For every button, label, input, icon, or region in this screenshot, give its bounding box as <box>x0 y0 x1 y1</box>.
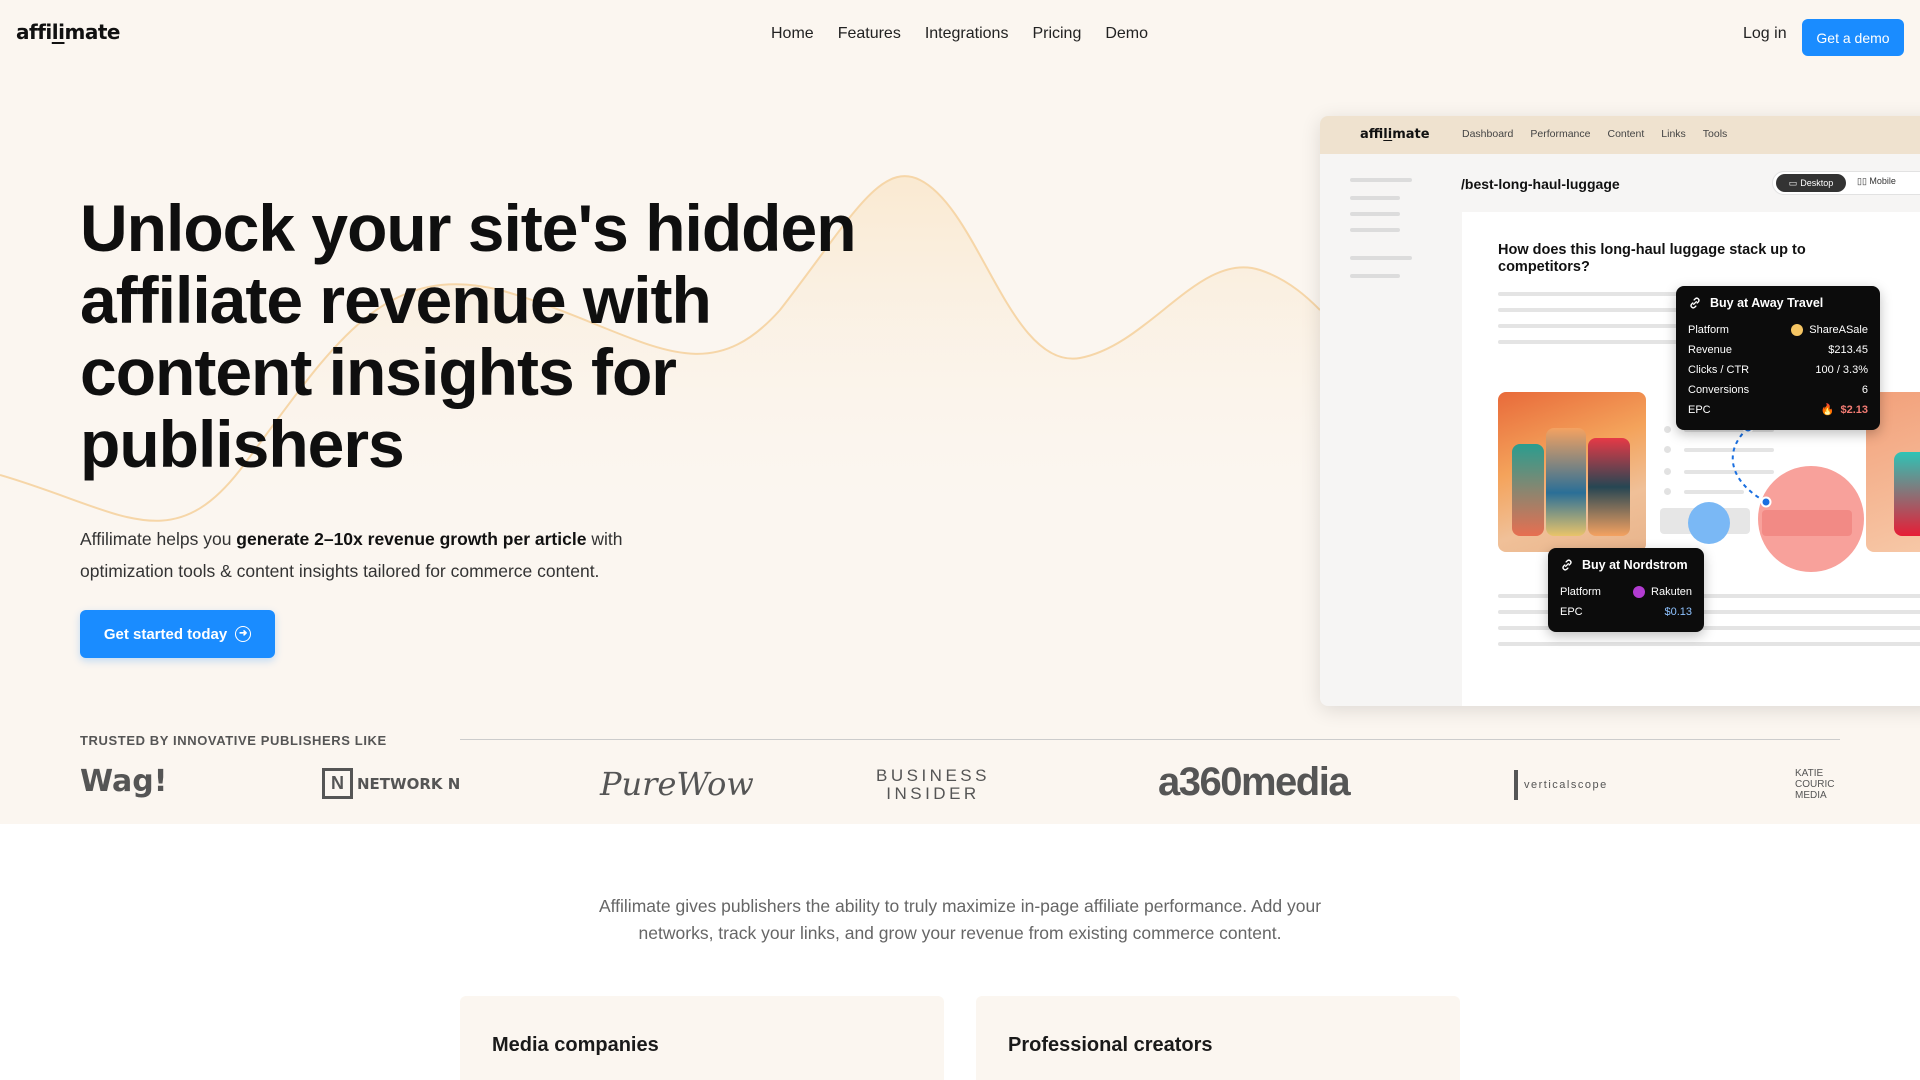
tooltip-row-platform: Platform ShareASale <box>1688 324 1868 336</box>
get-started-label: Get started today <box>103 625 228 643</box>
tooltip-row-platform: Platform Rakuten <box>1560 586 1692 598</box>
hero-subtitle: Affilimate helps you generate 2–10x reve… <box>80 529 623 581</box>
tooltip-row-epc: EPC $0.13 <box>1560 606 1692 618</box>
sidebar-placeholder <box>1350 212 1400 216</box>
mockup-tab-performance[interactable]: Performance <box>1530 128 1590 140</box>
network-n-icon: N <box>322 768 353 799</box>
hero-section: affilimate Home Features Integrations Pr… <box>0 0 1920 824</box>
sidebar-placeholder <box>1350 256 1412 260</box>
tooltip-title: Buy at Nordstrom <box>1560 558 1692 572</box>
nav-link-home[interactable]: Home <box>771 25 814 43</box>
mockup-tabs: Dashboard Performance Content Links Tool… <box>1462 128 1744 140</box>
tooltip-row-clicks: Clicks / CTR 100 / 3.3% <box>1688 364 1868 376</box>
hero-headline: Unlock your site's hidden affiliate reve… <box>80 191 857 481</box>
tooltip-row-epc: EPC 🔥 $2.13 <box>1688 400 1868 420</box>
sidebar-placeholder <box>1350 178 1412 182</box>
mockup-tab-tools[interactable]: Tools <box>1703 128 1728 140</box>
logo-wag: Wag! <box>80 764 168 799</box>
link-icon <box>1690 297 1700 309</box>
desktop-view-button[interactable]: ▭ Desktop <box>1776 174 1846 192</box>
about-description: Affilimate gives publishers the ability … <box>598 896 1322 943</box>
tooltip-title: Buy at Away Travel <box>1688 296 1868 310</box>
card-title: Professional creators <box>1008 1034 1213 1056</box>
mockup-tab-content[interactable]: Content <box>1607 128 1644 140</box>
divider <box>460 739 1840 740</box>
text-placeholder <box>1498 642 1920 646</box>
logo-business-insider: BUSINESS INSIDER <box>876 766 990 803</box>
trusted-label: TRUSTED BY INNOVATIVE PUBLISHERS LIKE <box>80 733 387 748</box>
monitor-icon: ▭ <box>1788 177 1798 188</box>
top-navigation: affilimate Home Features Integrations Pr… <box>0 0 1920 70</box>
platform-dot <box>1791 324 1804 336</box>
link-tooltip-away: Buy at Away Travel Platform ShareASale Re… <box>1676 286 1880 430</box>
get-demo-button[interactable]: Get a demo <box>1802 19 1904 56</box>
verticalscope-bar-icon <box>1514 770 1518 800</box>
mockup-tab-dashboard[interactable]: Dashboard <box>1462 128 1513 140</box>
mockup-logo: affilimate <box>1360 127 1430 142</box>
mockup-tab-links[interactable]: Links <box>1661 128 1686 140</box>
nav-links: Home Features Integrations Pricing Demo <box>771 25 1172 43</box>
mobile-icon: ▯▯ <box>1857 176 1867 186</box>
product-mockup: affilimate Dashboard Performance Content… <box>1320 116 1920 706</box>
fire-icon: 🔥 <box>1820 404 1835 416</box>
tooltip-row-conversions: Conversions 6 <box>1688 384 1868 396</box>
nav-link-integrations[interactable]: Integrations <box>925 25 1009 43</box>
link-icon <box>1562 559 1572 571</box>
login-link[interactable]: Log in <box>1743 25 1787 43</box>
logo-verticalscope: verticalscope <box>1514 770 1608 800</box>
nav-link-pricing[interactable]: Pricing <box>1032 25 1081 43</box>
page-path: /best-long-haul-luggage <box>1461 176 1620 192</box>
logo-a360media: a360media <box>1158 760 1351 804</box>
mobile-view-button[interactable]: ▯▯ Mobile <box>1857 176 1896 187</box>
logo-purewow: PureWow <box>600 765 754 803</box>
nav-link-demo[interactable]: Demo <box>1105 25 1148 43</box>
sidebar-placeholder <box>1350 274 1400 278</box>
card-title: Media companies <box>492 1034 659 1056</box>
sidebar-placeholder <box>1350 228 1400 232</box>
card-professional-creators[interactable]: Professional creators <box>976 996 1460 1080</box>
sidebar-placeholder <box>1350 196 1400 200</box>
logo-katie-couric-media: KATIE COURIC MEDIA <box>1795 768 1835 801</box>
brand-logo[interactable]: affilimate <box>16 20 120 44</box>
tooltip-row-revenue: Revenue $213.45 <box>1688 344 1868 356</box>
card-media-companies[interactable]: Media companies <box>460 996 944 1080</box>
get-started-button[interactable]: Get started today ➜ <box>80 610 275 658</box>
mockup-header: affilimate Dashboard Performance Content… <box>1320 116 1920 154</box>
nav-link-features[interactable]: Features <box>838 25 901 43</box>
platform-dot <box>1633 586 1646 598</box>
device-toggle: ▭ Desktop ▯▯ Mobile <box>1772 171 1920 195</box>
logo-network-n: N NETWORK N <box>322 768 460 799</box>
arrow-right-circle-icon: ➜ <box>235 626 252 642</box>
link-tooltip-nordstrom: Buy at Nordstrom Platform Rakuten EPC $0.1… <box>1548 548 1704 632</box>
